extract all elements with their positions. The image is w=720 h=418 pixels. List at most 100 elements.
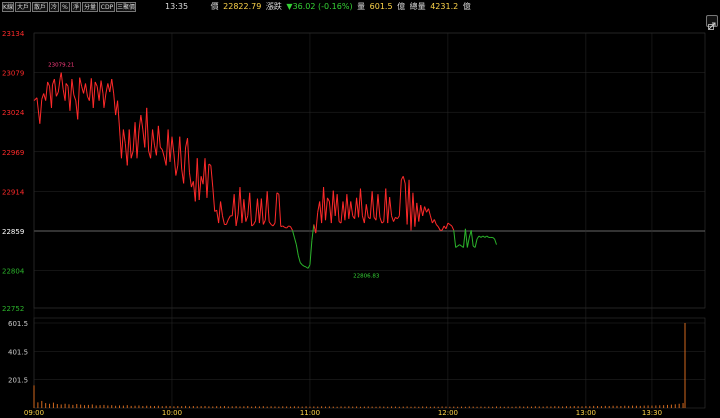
price-segment	[111, 79, 115, 94]
price-segment	[100, 80, 104, 94]
toolbar-button-7[interactable]: CDP	[99, 2, 115, 12]
volume-bar	[468, 406, 470, 408]
volume-bar	[387, 406, 389, 408]
volume-bar	[542, 406, 544, 408]
volume-bar	[165, 405, 167, 408]
toolbar-button-0[interactable]: K線	[2, 2, 14, 12]
volume-bar	[255, 406, 257, 408]
volume-bar	[472, 406, 474, 408]
volume-bar	[445, 406, 447, 408]
price-segment	[90, 78, 94, 108]
volume-bar	[45, 403, 47, 408]
volume-tick-label: 601.5	[8, 320, 28, 328]
price-segment	[241, 199, 245, 224]
volume-bar	[632, 405, 634, 408]
volume-bar	[297, 406, 299, 408]
price-segment	[295, 244, 299, 256]
price-segment	[179, 136, 183, 170]
volume-bar	[597, 406, 599, 408]
price-segment	[71, 79, 75, 95]
volume-bar	[119, 405, 121, 408]
volume-bar	[286, 406, 288, 408]
volume-bar	[274, 406, 276, 408]
price-segment	[358, 188, 361, 218]
volume-bar	[449, 406, 451, 408]
price-segment	[85, 83, 88, 97]
volume-bar	[624, 405, 626, 408]
price-segment	[389, 197, 393, 216]
price-segment	[365, 204, 369, 218]
price-segment	[307, 264, 311, 269]
volume-bar	[515, 406, 517, 408]
volume-bar	[391, 406, 393, 408]
volume-bar	[239, 406, 241, 408]
price-segment	[60, 72, 64, 90]
price-segment	[412, 192, 416, 227]
volume-bar	[247, 406, 249, 408]
volume-bar	[169, 406, 171, 408]
volume-bar	[620, 406, 622, 408]
price-segment	[204, 158, 208, 198]
volume-bar	[95, 405, 97, 408]
volume-bar	[655, 405, 657, 408]
price-segment	[47, 81, 51, 87]
volume-bar	[507, 406, 509, 408]
volume-bar	[68, 404, 70, 408]
volume-bar	[293, 406, 295, 408]
volume-bar	[635, 405, 637, 408]
price-segment	[344, 194, 348, 221]
price-segment	[410, 192, 414, 231]
price-segment	[280, 225, 283, 228]
price-segment	[404, 183, 408, 225]
toolbar-button-4[interactable]: %	[60, 2, 70, 12]
volume-bar	[585, 406, 587, 408]
price-segment	[462, 228, 466, 248]
volume-bar	[670, 404, 672, 408]
volume-bar	[216, 406, 218, 408]
volume-bar	[196, 406, 198, 408]
price-segment	[183, 147, 187, 184]
volume-bar	[49, 403, 51, 408]
link-button[interactable]	[706, 15, 718, 30]
price-segment	[260, 198, 264, 225]
toolbar-button-2[interactable]: 散戶	[32, 2, 48, 12]
volume-bar	[321, 406, 323, 408]
volume-bar	[581, 406, 583, 408]
toolbar-button-6[interactable]: 分量	[82, 2, 98, 12]
price-segment	[391, 215, 394, 222]
price-segment	[470, 230, 474, 247]
price-segment	[198, 176, 202, 201]
volume-bar	[484, 406, 486, 408]
time-tick-label: 13:00	[576, 409, 596, 417]
toolbar-button-1[interactable]: 大戶	[15, 2, 31, 12]
volume-bar	[593, 405, 595, 408]
price-segment	[210, 165, 214, 188]
price-segment	[83, 83, 86, 94]
price-segment	[359, 188, 363, 216]
price-segment	[64, 83, 67, 101]
price-segment	[169, 136, 173, 162]
volume-bar	[647, 405, 649, 408]
volume-bar	[441, 406, 443, 408]
volume-bar	[37, 402, 39, 408]
toolbar-button-5[interactable]: 淨	[71, 2, 81, 12]
price-segment	[130, 150, 134, 159]
volume-bar	[550, 406, 552, 408]
price-tick-label: 22859	[2, 228, 24, 236]
price-segment	[369, 191, 373, 219]
volume-bar	[107, 405, 109, 408]
price-segment	[105, 83, 109, 94]
volume-bar	[208, 406, 210, 408]
price-segment	[50, 84, 53, 108]
price-tick-label: 22969	[2, 149, 24, 157]
total-label: 總量	[409, 2, 426, 11]
toolbar-button-3[interactable]: 冷	[49, 2, 59, 12]
volume-bar	[227, 406, 229, 408]
price-segment	[315, 212, 319, 234]
volume-bar	[577, 406, 579, 408]
toolbar-button-8[interactable]: 三聚價	[116, 2, 136, 12]
volume-bar	[628, 405, 630, 408]
price-segment	[377, 194, 381, 218]
volume-bar	[262, 406, 264, 408]
price-segment	[138, 115, 142, 131]
